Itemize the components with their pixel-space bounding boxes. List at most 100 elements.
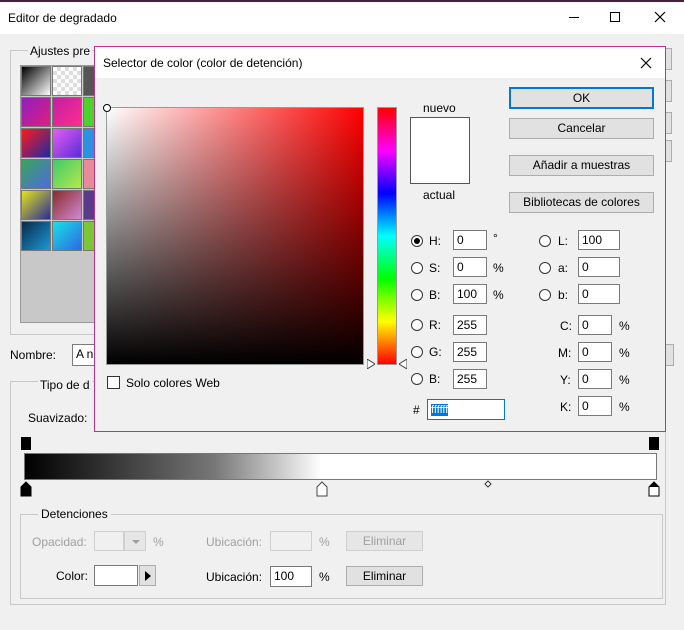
cyan-field[interactable]: 0 — [578, 315, 612, 335]
color-location-label: Ubicación: — [206, 570, 263, 584]
color-swatch[interactable] — [94, 565, 138, 586]
close-window-button[interactable] — [640, 4, 680, 30]
smoothness-label: Suavizado: — [28, 411, 88, 425]
saturation-field[interactable]: 0 — [453, 257, 487, 277]
color-stop-left[interactable] — [20, 481, 32, 497]
blue-label: B: — [429, 372, 441, 386]
opacity-dropdown[interactable] — [124, 531, 146, 551]
preset-swatch[interactable] — [52, 97, 82, 127]
color-libraries-button[interactable]: Bibliotecas de colores — [509, 192, 654, 213]
hue-slider-handle-right[interactable] — [399, 359, 407, 369]
presets-legend: Ajustes pre — [28, 44, 93, 58]
close-icon — [654, 11, 666, 23]
yellow-field[interactable]: 0 — [578, 369, 612, 389]
preset-swatch[interactable] — [21, 97, 51, 127]
preset-swatch[interactable] — [21, 66, 51, 96]
color-label: Color: — [56, 569, 89, 583]
blue-field[interactable]: 255 — [453, 369, 487, 389]
stops-legend: Detenciones — [38, 507, 111, 521]
color-field-cursor[interactable] — [103, 104, 111, 112]
magenta-unit: % — [619, 346, 630, 360]
stops-group — [20, 514, 663, 599]
presets-grid — [20, 65, 100, 323]
color-preview-new — [410, 117, 470, 184]
web-colors-label: Solo colores Web — [126, 376, 220, 390]
name-label: Nombre: — [10, 348, 57, 362]
preset-swatch[interactable] — [21, 190, 51, 220]
web-colors-checkbox[interactable] — [107, 376, 120, 389]
red-label: R: — [429, 318, 441, 332]
red-radio[interactable] — [411, 319, 423, 331]
maximize-button[interactable] — [596, 4, 636, 30]
opacity-field[interactable] — [94, 531, 124, 551]
cyan-unit: % — [619, 319, 630, 333]
add-to-swatches-button[interactable]: Añadir a muestras — [509, 155, 654, 176]
color-location-field[interactable]: 100 — [270, 566, 312, 587]
color-delete-button[interactable]: Eliminar — [346, 566, 423, 586]
color-swatch-menu-button[interactable] — [139, 565, 156, 586]
black-field[interactable]: 0 — [578, 396, 612, 416]
green-field[interactable]: 255 — [453, 342, 487, 362]
green-radio[interactable] — [411, 346, 423, 358]
hex-field[interactable]: ffffff — [427, 399, 505, 420]
opacity-label: Opacidad: — [32, 535, 87, 549]
ok-button[interactable]: OK — [509, 87, 654, 109]
triangle-right-icon — [145, 571, 151, 581]
yellow-label: Y: — [560, 373, 571, 387]
minimize-icon — [569, 17, 579, 18]
lab-a-field[interactable]: 0 — [578, 257, 620, 277]
yellow-unit: % — [619, 373, 630, 387]
minimize-button[interactable] — [554, 4, 594, 30]
hex-value-selected: ffffff — [431, 404, 449, 416]
color-stop-middle[interactable] — [316, 481, 328, 497]
color-stop-right-selected[interactable] — [648, 481, 660, 497]
cancel-button[interactable]: Cancelar — [509, 118, 654, 139]
preset-swatch[interactable] — [52, 128, 82, 158]
lab-l-field[interactable]: 100 — [578, 230, 620, 250]
preset-swatch[interactable] — [21, 159, 51, 189]
saturation-unit: % — [493, 261, 504, 275]
preset-swatch[interactable] — [52, 66, 82, 96]
color-location-unit: % — [319, 570, 330, 584]
brightness-field[interactable]: 100 — [453, 284, 487, 304]
green-label: G: — [429, 345, 442, 359]
magenta-field[interactable]: 0 — [578, 342, 612, 362]
lab-a-radio[interactable] — [539, 262, 551, 274]
brightness-radio[interactable] — [411, 289, 423, 301]
preset-swatch[interactable] — [52, 190, 82, 220]
midpoint-diamond[interactable] — [484, 480, 492, 488]
new-color-label: nuevo — [423, 101, 456, 115]
gradient-preview-bar[interactable] — [24, 453, 657, 480]
blue-radio[interactable] — [411, 373, 423, 385]
brightness-unit: % — [493, 288, 504, 302]
opacity-stop-left[interactable] — [21, 437, 31, 450]
hue-unit: ° — [493, 231, 498, 245]
saturation-radio[interactable] — [411, 262, 423, 274]
lab-a-label: a: — [558, 261, 569, 275]
opacity-stop-right[interactable] — [649, 437, 659, 450]
magenta-label: M: — [558, 346, 572, 360]
preset-swatch[interactable] — [52, 221, 82, 251]
hue-radio[interactable] — [411, 235, 423, 247]
close-icon — [640, 57, 652, 69]
maximize-icon — [610, 12, 620, 22]
dialog-close-button[interactable] — [635, 52, 657, 74]
lab-l-label: L: — [558, 234, 569, 248]
red-field[interactable]: 255 — [453, 315, 487, 335]
preset-swatch[interactable] — [21, 128, 51, 158]
saturation-label: S: — [429, 261, 441, 275]
lab-b-radio[interactable] — [539, 289, 551, 301]
opacity-location-field[interactable] — [270, 531, 312, 551]
color-picker-dialog: Selector de color (color de detención) S… — [94, 46, 666, 432]
color-field[interactable] — [103, 104, 364, 365]
preset-swatch[interactable] — [21, 221, 51, 251]
preset-swatch[interactable] — [52, 159, 82, 189]
current-color-label: actual — [423, 188, 456, 202]
hue-field[interactable]: 0 — [453, 230, 487, 250]
lab-b-field[interactable]: 0 — [578, 284, 620, 304]
hue-slider-handle-left[interactable] — [367, 359, 375, 369]
opacity-delete-button[interactable]: Eliminar — [346, 531, 423, 551]
brightness-label: B: — [429, 288, 441, 302]
lab-l-radio[interactable] — [539, 235, 551, 247]
hue-slider[interactable] — [377, 107, 397, 365]
